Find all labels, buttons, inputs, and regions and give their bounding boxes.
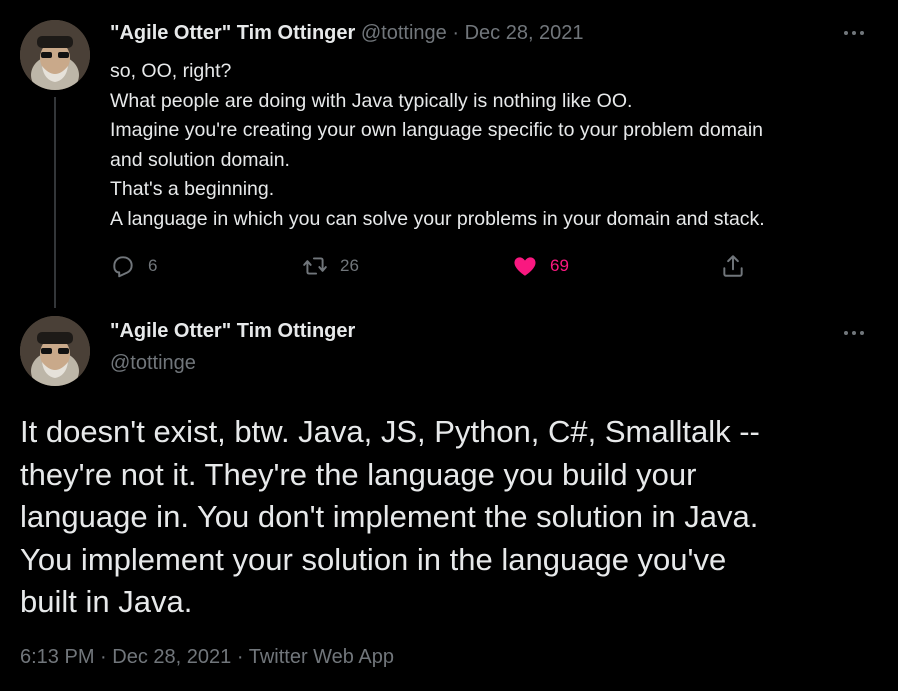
tweet-date[interactable]: Dec 28, 2021 [112, 646, 231, 668]
separator: · [100, 646, 107, 668]
tweet-line: What people are doing with Java typicall… [110, 89, 633, 112]
like-button[interactable]: 69 [512, 252, 569, 280]
tweet-line: they're not it. They're the language you… [20, 456, 697, 492]
tweet-line: language in. You don't implement the sol… [20, 499, 759, 534]
tweet-line: It doesn't exist, btw. Java, JS, Python,… [20, 414, 760, 449]
retweet-count: 26 [340, 256, 359, 275]
tweet-line: so, OO, right? [110, 60, 232, 82]
heart-icon [514, 257, 536, 276]
tweet-header: "Agile Otter" Tim Ottinger @tottinge · D… [110, 22, 584, 45]
tweet-line: built in Java. [20, 584, 193, 619]
tweet-time[interactable]: 6:13 PM [20, 646, 94, 668]
more-icon[interactable] [844, 328, 868, 338]
author-handle[interactable]: @tottinge [361, 22, 447, 44]
tweet-text: so, OO, right? What people are doing wit… [110, 57, 880, 234]
tweet-line: and solution domain. [110, 148, 290, 171]
share-icon [723, 255, 743, 277]
avatar[interactable] [20, 20, 90, 90]
thread-line [54, 97, 56, 308]
avatar[interactable] [20, 316, 90, 386]
retweet-button[interactable]: 26 [302, 252, 359, 280]
tweet-date[interactable]: Dec 28, 2021 [465, 22, 584, 44]
author-name[interactable]: "Agile Otter" Tim Ottinger [110, 320, 355, 343]
reply-count: 6 [148, 256, 158, 275]
separator: · [236, 646, 244, 668]
share-button[interactable] [720, 252, 746, 280]
tweet-line: That's a beginning. [110, 178, 275, 200]
reply-icon [113, 256, 133, 278]
retweet-icon [303, 257, 327, 275]
like-count: 69 [550, 256, 569, 275]
tweet-meta: 6:13 PM · Dec 28, 2021 · Twitter Web App [20, 646, 394, 669]
tweet-line: A language in which you can solve your p… [110, 207, 765, 230]
reply-button[interactable]: 6 [110, 252, 157, 280]
tweet-actions: 6 26 69 [110, 252, 750, 280]
main-tweet-text: It doesn't exist, btw. Java, JS, Python,… [20, 411, 880, 624]
tweet-line: You implement your solution in the langu… [20, 541, 727, 577]
tweet-source[interactable]: Twitter Web App [249, 646, 394, 668]
tweet-line: Imagine you're creating your own languag… [110, 119, 764, 141]
separator: · [452, 22, 460, 44]
author-handle[interactable]: @tottinge [110, 352, 196, 375]
more-icon[interactable] [844, 28, 868, 38]
author-name[interactable]: "Agile Otter" Tim Ottinger [110, 22, 355, 44]
